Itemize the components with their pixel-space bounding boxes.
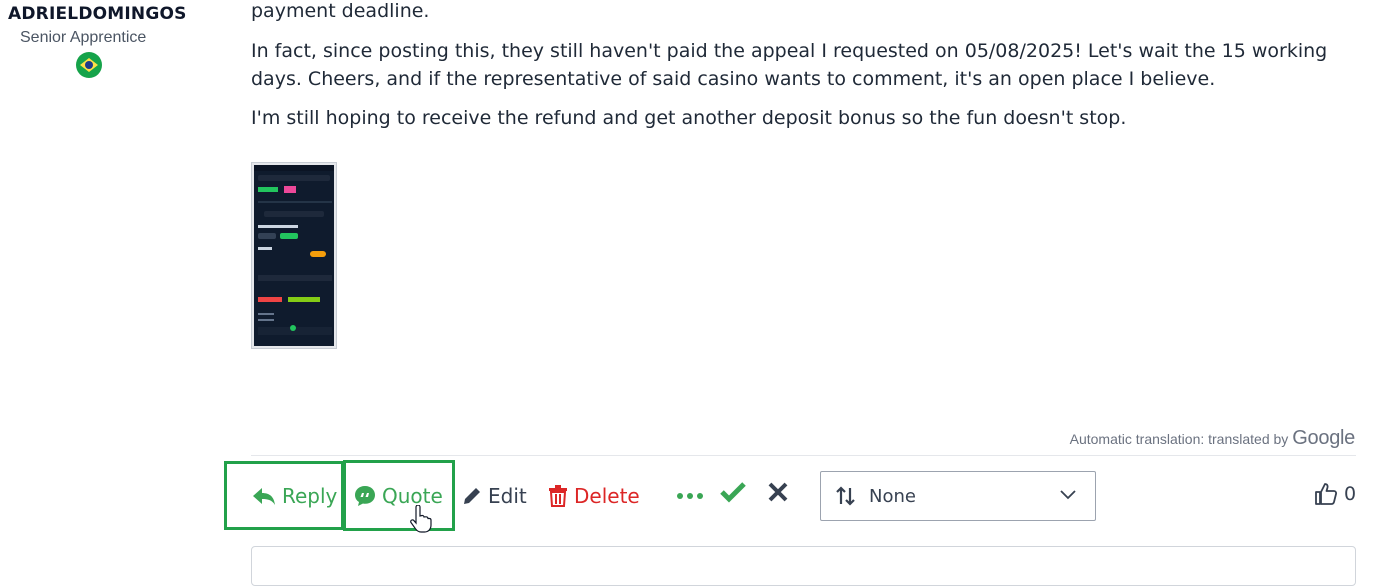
checkmark-icon: [720, 482, 746, 503]
edit-label: Edit: [488, 484, 527, 508]
like-button[interactable]: 0: [1314, 482, 1356, 506]
delete-button[interactable]: Delete: [548, 476, 640, 516]
translation-notice: Automatic translation: translated by Goo…: [1069, 427, 1356, 450]
translation-label: Automatic translation: translated by: [1069, 431, 1289, 447]
reject-button[interactable]: [767, 472, 789, 512]
approve-button[interactable]: [720, 472, 746, 512]
ellipsis-icon: [677, 493, 703, 499]
phone-screenshot-image: [254, 165, 334, 346]
delete-label: Delete: [574, 484, 640, 508]
pencil-icon: [464, 488, 480, 504]
edit-button[interactable]: Edit: [462, 476, 527, 516]
chevron-down-icon: [1060, 490, 1076, 500]
trash-icon: [549, 485, 567, 507]
reply-icon: [253, 488, 275, 505]
brazil-flag-icon: [76, 52, 102, 78]
more-options-button[interactable]: [676, 476, 704, 516]
google-logo: Google: [1292, 427, 1355, 449]
like-count: 0: [1344, 483, 1357, 505]
reply-button[interactable]: Reply: [252, 476, 337, 516]
close-icon: [768, 482, 788, 502]
thumbs-up-icon: [1315, 483, 1338, 505]
post-paragraph: In fact, since posting this, they still …: [251, 40, 1328, 90]
reply-editor[interactable]: [251, 546, 1356, 586]
post-paragraph: I'm still hoping to receive the refund a…: [251, 107, 1127, 129]
author-rank: Senior Apprentice: [20, 29, 147, 46]
sort-select-value: None: [869, 485, 916, 507]
post-paragraph: payment deadline.: [251, 0, 430, 22]
author-username[interactable]: ADRIELDOMINGOS: [8, 4, 187, 24]
sort-select[interactable]: None: [820, 471, 1096, 521]
attachment-thumbnail[interactable]: [251, 162, 337, 349]
divider: [251, 455, 1356, 456]
quote-icon: [355, 486, 375, 506]
reply-label: Reply: [282, 484, 338, 508]
sort-icon: [836, 486, 855, 506]
hand-cursor-icon: [410, 505, 432, 533]
